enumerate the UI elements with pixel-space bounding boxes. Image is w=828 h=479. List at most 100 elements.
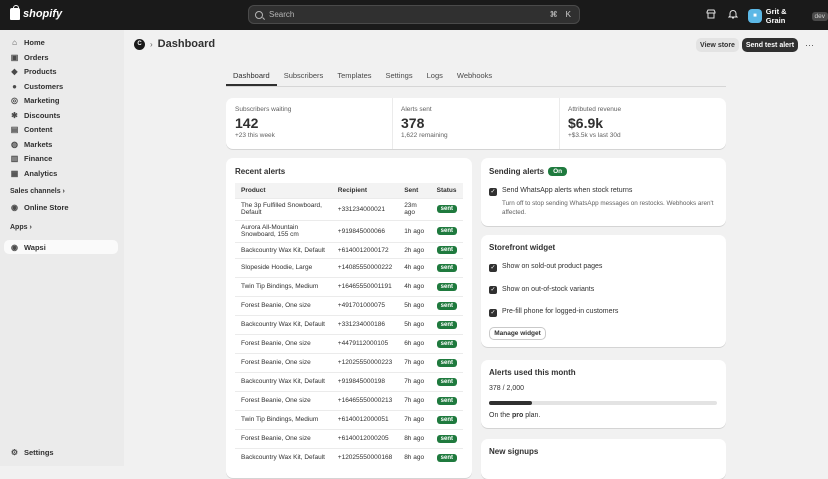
cell-sent: 7h ago (398, 352, 431, 372)
person-icon: ● (12, 81, 17, 91)
online-store-icon: ◉ (11, 202, 18, 212)
tab-settings[interactable]: Settings (379, 68, 420, 86)
status-badge: sent (436, 434, 457, 443)
cell-product: Forest Beanie, One size (235, 352, 332, 372)
table-row[interactable]: Forest Beanie, One size +491701000075 5h a… (235, 295, 463, 315)
sidebar-item-home[interactable]: ⌂ Home (4, 35, 118, 49)
table-header-row: Product Recipient Sent Status (235, 183, 463, 198)
sidebar-item-products[interactable]: ◆ Products (4, 64, 118, 78)
cell-recipient: +12025550000168 (331, 447, 399, 467)
view-store-button[interactable]: View store (696, 38, 739, 52)
sold-out-pages-label: Show on sold-out product pages (502, 263, 603, 270)
table-row[interactable]: Forest Beanie, One size +16465550000213 7h… (235, 390, 463, 410)
apps-heading[interactable]: Apps › (10, 224, 32, 231)
page-title: Dashboard (157, 38, 216, 50)
status-badge: sent (436, 453, 457, 462)
tab-subscribers[interactable]: Subscribers (277, 68, 331, 86)
tab-dashboard[interactable]: Dashboard (226, 68, 277, 86)
sending-alerts-card: Sending alerts On ✓ Send WhatsApp alerts… (481, 158, 726, 226)
cell-sent: 8h ago (398, 447, 431, 467)
column-header-sent[interactable]: Sent (398, 183, 431, 198)
manage-widget-button[interactable]: Manage widget (489, 327, 546, 340)
cell-product: Forest Beanie, One size (235, 390, 332, 410)
stats-card: Subscribers waiting 142 +23 this week Al… (226, 98, 726, 149)
sidebar-item-markets[interactable]: ◍ Markets (4, 137, 118, 151)
cell-product: Backcountry Wax Kit, Default (235, 371, 332, 391)
status-badge: sent (436, 282, 457, 291)
cell-recipient: +331234000186 (331, 314, 399, 334)
tab-templates[interactable]: Templates (330, 68, 378, 86)
table-row[interactable]: Backcountry Wax Kit, Default +33123400018… (235, 314, 463, 334)
sidebar-item-online-store[interactable]: ◉ Online Store (4, 200, 118, 214)
sidebar-item-finance[interactable]: ▥ Finance (4, 151, 118, 165)
storefront-widget-card: Storefront widget ✓ Show on sold-out pro… (481, 235, 726, 347)
sidebar-item-discounts[interactable]: ✱ Discounts (4, 108, 118, 122)
table-row[interactable]: Forest Beanie, One size +12025550000223 7h… (235, 352, 463, 372)
globe-icon: ◍ (11, 139, 18, 149)
sending-alerts-header: Sending alerts On (489, 167, 568, 176)
sidebar-item-label: Home (24, 37, 45, 47)
cell-product: Forest Beanie, One size (235, 295, 332, 315)
table-row[interactable]: Twin Tip Bindings, Medium +16465550001191… (235, 276, 463, 296)
sidebar-item-label: Marketing (24, 95, 60, 105)
table-row[interactable]: Forest Beanie, One size +6140012000205 8h … (235, 428, 463, 448)
tab-logs[interactable]: Logs (420, 68, 450, 86)
cell-sent: 7h ago (398, 409, 431, 429)
sidebar-item-marketing[interactable]: ◎ Marketing (4, 93, 118, 107)
search-input[interactable]: Search ⌘ K (248, 5, 580, 24)
cell-sent: 23m ago (398, 197, 431, 220)
status-badge: sent (436, 396, 457, 405)
cell-product: Backcountry Wax Kit, Default (235, 314, 332, 334)
sidebar-item-settings[interactable]: ⚙ Settings (4, 445, 118, 459)
search-icon (255, 10, 263, 19)
sidebar-item-customers[interactable]: ● Customers (4, 79, 118, 93)
sold-out-pages-checkbox[interactable]: ✓ (489, 264, 497, 272)
column-header-product[interactable]: Product (235, 183, 332, 198)
table-row[interactable]: Twin Tip Bindings, Medium +6140012000051 7… (235, 409, 463, 429)
store-switcher[interactable]: ■ Grit & Grain dev (748, 7, 828, 25)
prefill-phone-label: Pre-fill phone for logged-in customers (502, 308, 619, 315)
status-badge: sent (436, 320, 457, 329)
recent-alerts-title: Recent alerts (235, 167, 286, 176)
out-of-stock-variants-label: Show on out-of-stock variants (502, 286, 595, 293)
sidebar-item-label: Content (24, 124, 53, 134)
cell-status: sent (430, 219, 463, 242)
sidebar-item-orders[interactable]: ▣ Orders (4, 50, 118, 64)
table-row[interactable]: Slopeside Hoodie, Large +14085550000222 4h… (235, 257, 463, 277)
bell-icon[interactable] (727, 9, 738, 20)
alerts-usage-progress-fill (489, 401, 533, 405)
cell-product: The 3p Fulfilled Snowboard, Default (235, 197, 332, 220)
tab-webhooks[interactable]: Webhooks (450, 68, 499, 86)
cell-recipient: +12025550000223 (331, 352, 399, 372)
sidebar-item-wapsi[interactable]: ◉ Wapsi (4, 240, 118, 254)
table-row[interactable]: Backcountry Wax Kit, Default +91984500019… (235, 371, 463, 391)
store-icon[interactable] (705, 9, 716, 20)
cell-recipient: +919845000066 (331, 219, 399, 242)
sending-alerts-title: Sending alerts (489, 167, 545, 176)
cell-status: sent (430, 428, 463, 448)
prefill-phone-checkbox[interactable]: ✓ (489, 309, 497, 317)
sidebar-item-content[interactable]: ▤ Content (4, 122, 118, 136)
sales-channels-heading[interactable]: Sales channels › (10, 188, 65, 195)
cell-status: sent (430, 257, 463, 277)
table-row[interactable]: The 3p Fulfilled Snowboard, Default +3312… (235, 197, 463, 220)
shopify-logo[interactable]: shopify (10, 5, 62, 20)
send-alerts-hint: Turn off to stop sending WhatsApp messag… (502, 200, 714, 216)
send-alerts-checkbox[interactable]: ✓ (489, 188, 497, 196)
apps-label: Apps (10, 224, 28, 231)
column-header-status[interactable]: Status (430, 183, 463, 198)
sidebar-item-analytics[interactable]: ▦ Analytics (4, 166, 118, 180)
command-key: ⌘ (549, 10, 558, 19)
stat-value: 142 (235, 115, 259, 131)
column-header-recipient[interactable]: Recipient (331, 183, 399, 198)
out-of-stock-variants-checkbox[interactable]: ✓ (489, 286, 497, 294)
send-test-alert-button[interactable]: Send test alert (742, 38, 798, 52)
sidebar-item-label: Products (24, 66, 57, 76)
more-actions-icon[interactable]: ··· (805, 40, 814, 50)
table-row[interactable]: Backcountry Wax Kit, Default +12025550000… (235, 447, 463, 467)
table-row[interactable]: Forest Beanie, One size +4479112000105 6h … (235, 333, 463, 353)
stat-divider (392, 98, 393, 149)
table-row[interactable]: Aurora All-Mountain Snowboard, 155 cm +91… (235, 219, 463, 242)
table-row[interactable]: Backcountry Wax Kit, Default +61400120001… (235, 241, 463, 258)
stat-label: Attributed revenue (568, 106, 622, 113)
